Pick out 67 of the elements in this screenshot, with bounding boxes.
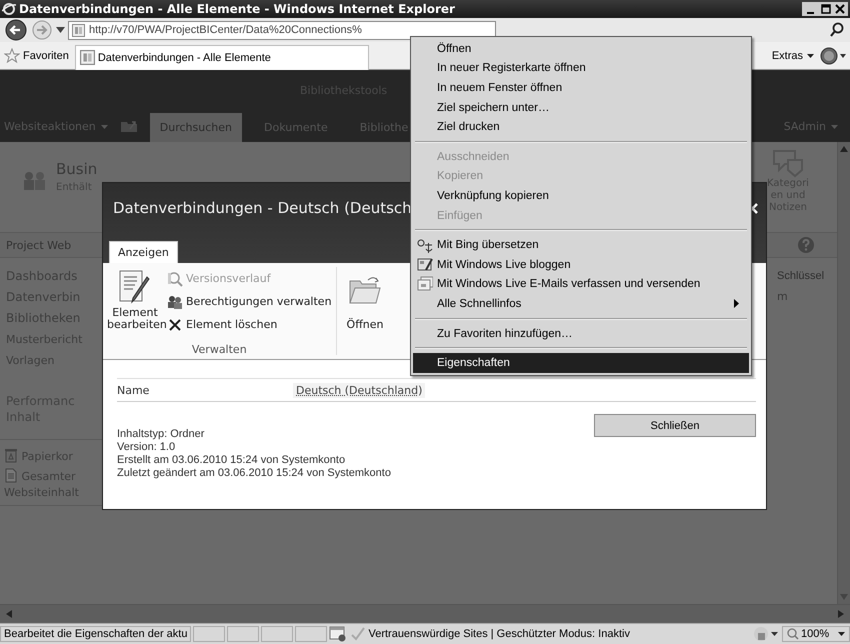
back-icon[interactable] [4,19,28,41]
close-button[interactable]: Schließen [594,414,756,437]
scroll-right-icon[interactable] [838,610,844,618]
popup-blocked-icon[interactable] [329,626,348,642]
menu-item[interactable]: Ziel drucken [413,117,749,137]
open-button[interactable]: Öffnen [346,275,384,332]
submenu-arrow-icon [734,299,739,308]
checkmark-icon [351,627,366,641]
dialog-title: Datenverbindungen - Deutsch (Deutsch [113,199,412,217]
document-icon [4,468,18,483]
menu-item[interactable]: Verknüpfung kopieren [413,186,749,206]
horizontal-scrollbar[interactable] [0,604,850,623]
caret-icon [831,124,838,128]
menu-item[interactable]: Mit Bing übersetzen [413,235,749,255]
dropdown-caret-icon[interactable] [56,27,65,33]
blog-icon [417,256,433,273]
scroll-left-icon[interactable] [6,610,12,618]
permissions-icon [167,294,183,310]
recycle-bin-icon [4,448,18,463]
history-icon [167,270,183,286]
mail-window-icon [417,276,433,292]
section-heading: Schlüssel [777,270,826,282]
page-icon [72,24,85,36]
menu-item[interactable]: Mit Windows Live bloggen [413,254,749,275]
close-icon[interactable] [834,2,846,16]
ribbon-command[interactable]: Element löschen [167,315,332,334]
document-pen-icon [118,269,152,305]
metadata-text: Zuletzt geändert am 03.06.2010 15:24 von Systemkonto [117,467,392,480]
menu-item[interactable]: Zu Favoriten hinzufügen… [413,324,749,344]
folder-icon [348,275,382,305]
menu-item[interactable]: Alle Schnellinfos [413,294,749,314]
maximize-icon[interactable] [819,2,833,16]
status-text: Bearbeitet die Eigenschaften der aktu [0,626,192,642]
menu-item[interactable]: In neuer Registerkarte öffnen [413,58,749,78]
window-title: Datenverbindungen - Alle Elemente - Windows Internet Explorer [19,2,455,16]
star-icon [4,48,20,63]
help-icon[interactable] [820,46,846,64]
field-value[interactable]: Deutsch (Deutschland) [293,382,426,398]
field-label: Name [117,384,150,396]
browser-logo-icon [2,2,16,16]
metadata-text: Inhaltstyp: Ordner [117,428,206,441]
group-label: Verwalten [190,342,248,358]
menu-item[interactable]: Eigenschaften [413,353,749,373]
metadata-text: Version: 1.0 [117,441,176,454]
menu-item[interactable]: In neuem Fenster öffnen [413,78,749,98]
vertical-scrollbar[interactable] [837,142,850,604]
delete-icon [167,316,183,332]
ribbon-command[interactable]: Berechtigungen verwalten [167,292,332,311]
zoom-icon [787,628,799,640]
scroll-up-icon[interactable] [840,146,848,152]
security-zone: Vertrauenswürdige Sites | Geschützter Modus: Inaktiv [349,626,750,642]
menu-item[interactable]: Öffnen [413,39,749,59]
browser-tab[interactable]: Datenverbindungen - Alle Elemente [74,44,369,70]
caret-icon [807,54,814,58]
menu-item[interactable]: Mit Windows Live E-Mails verfassen und versenden [413,274,749,294]
ribbon-tab[interactable]: Anzeigen [109,241,178,263]
menu-item[interactable]: Ziel speichern unter… [413,98,749,118]
address-field[interactable]: http://v70/PWA/ProjectBICenter/Data%20Connections% [68,20,496,40]
zoom-button[interactable]: 100% [782,626,850,642]
page-icon [80,50,95,65]
caret-icon [838,632,845,636]
favorites-button[interactable]: Favoriten [4,48,69,63]
caret-icon [100,124,108,128]
tools-menu[interactable]: Extras [772,50,814,62]
search-icon[interactable] [828,21,846,39]
metadata-text: Erstellt am 03.06.2010 15:24 von Systemkonto [117,454,346,467]
lock-icon[interactable] [752,626,780,642]
